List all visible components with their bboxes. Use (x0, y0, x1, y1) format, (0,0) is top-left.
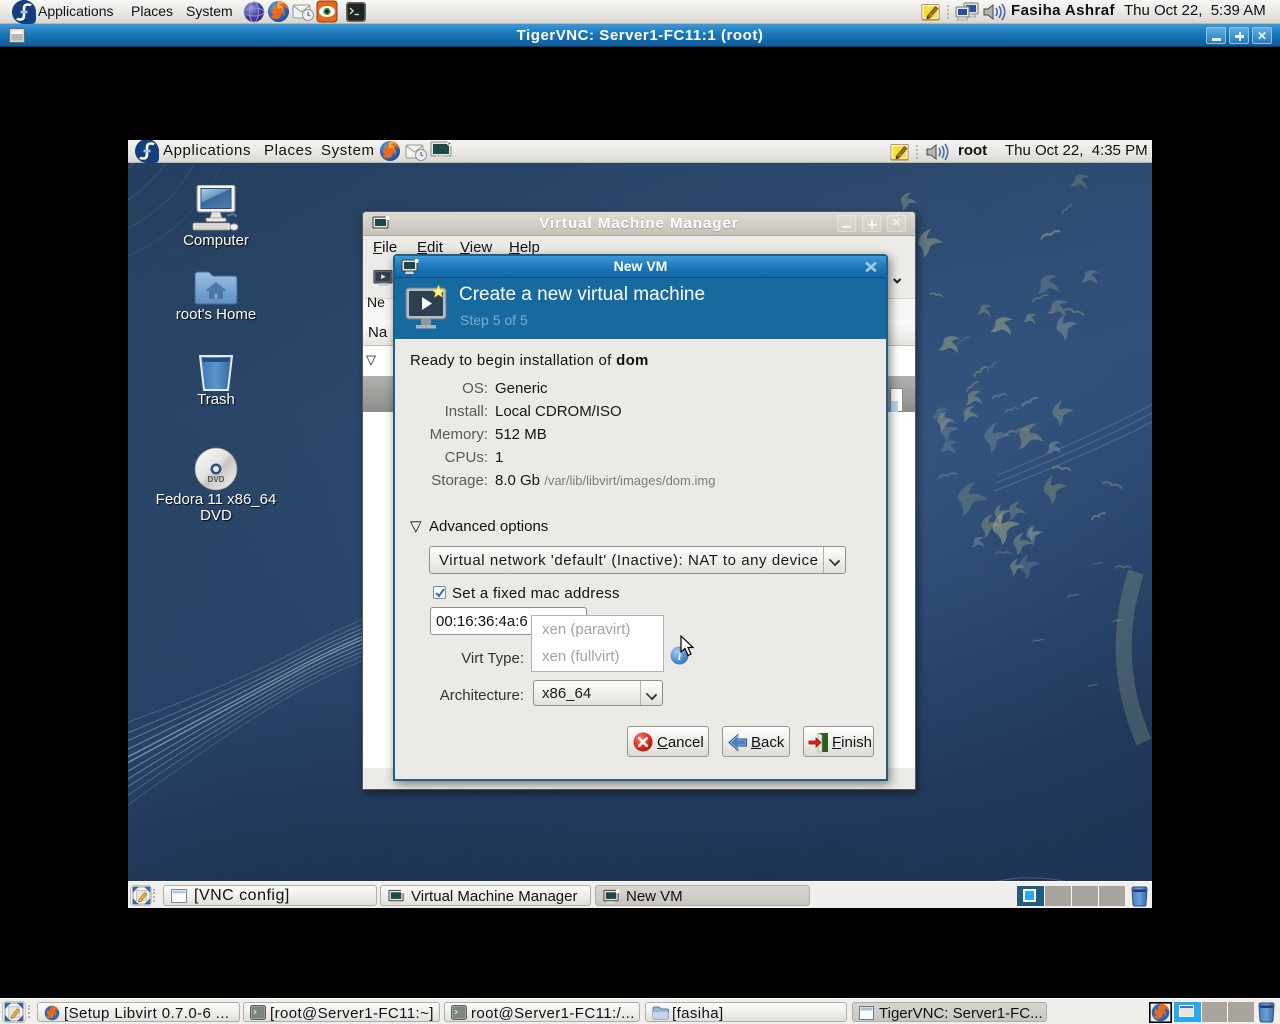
svg-text:DVD: DVD (208, 475, 225, 484)
